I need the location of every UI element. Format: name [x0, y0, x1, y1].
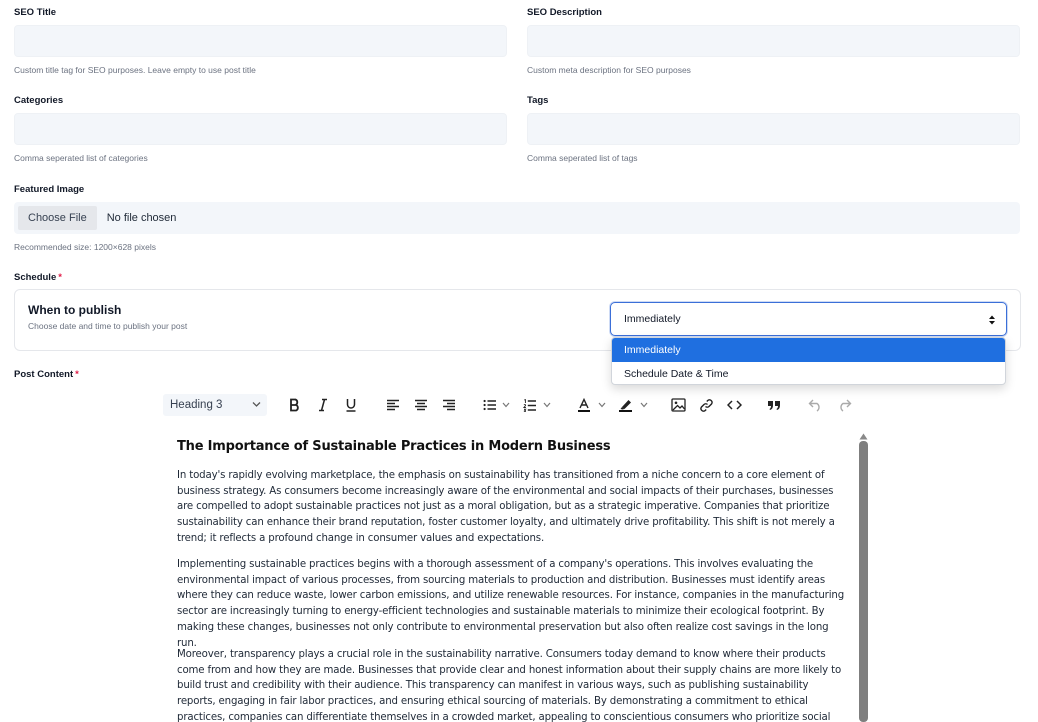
underline-button[interactable]	[342, 396, 360, 414]
align-center-icon	[415, 399, 427, 411]
italic-button[interactable]	[314, 396, 332, 414]
blockquote-button[interactable]	[765, 396, 783, 414]
when-to-publish-subtitle: Choose date and time to publish your pos…	[28, 321, 188, 331]
chevron-down-icon	[598, 402, 606, 408]
highlight-color-button[interactable]	[616, 396, 634, 414]
numbered-list-icon	[523, 398, 536, 412]
numbered-list-button[interactable]	[521, 396, 539, 414]
align-right-icon	[443, 399, 455, 411]
seo-title-label: SEO Title	[14, 7, 57, 18]
schedule-label: Schedule *	[14, 272, 62, 283]
numbered-list-options[interactable]	[541, 396, 553, 414]
schedule-label-text: Schedule	[14, 272, 57, 283]
code-button[interactable]	[725, 396, 743, 414]
align-left-button[interactable]	[384, 396, 402, 414]
post-paragraph: In today's rapidly evolving marketplace,…	[177, 470, 835, 544]
heading-level-select[interactable]: Heading 3	[163, 394, 267, 416]
heading-level-value: Heading 3	[170, 399, 223, 411]
underline-icon	[346, 399, 356, 412]
option-immediately[interactable]: Immediately	[612, 338, 1005, 362]
seo-description-hint: Custom meta description for SEO purposes	[527, 65, 691, 75]
post-content-label: Post Content *	[14, 369, 79, 380]
bullet-list-icon	[483, 399, 496, 411]
when-to-publish-title: When to publish	[28, 303, 122, 317]
tags-hint: Comma seperated list of tags	[527, 153, 638, 163]
align-center-button[interactable]	[412, 396, 430, 414]
seo-title-hint: Custom title tag for SEO purposes. Leave…	[14, 65, 256, 75]
undo-icon	[808, 399, 820, 412]
highlight-color-options[interactable]	[638, 396, 650, 414]
publish-timing-selected: Immediately	[624, 313, 681, 325]
publish-timing-dropdown: Immediately Schedule Date & Time	[611, 337, 1006, 385]
chevron-down-icon	[252, 402, 261, 407]
bold-icon	[290, 398, 299, 412]
scroll-up-arrow-icon[interactable]	[858, 432, 869, 441]
post-paragraph: Implementing sustainable practices begin…	[177, 559, 845, 649]
align-left-icon	[387, 399, 399, 411]
tags-label: Tags	[527, 95, 549, 106]
bullet-list-button[interactable]	[481, 396, 499, 414]
tags-input[interactable]	[527, 113, 1020, 145]
quote-icon	[768, 401, 780, 410]
post-paragraph: Moreover, transparency plays a crucial r…	[177, 649, 842, 722]
editor-scrollbar-thumb[interactable]	[859, 441, 868, 722]
post-content-label-text: Post Content	[14, 369, 74, 380]
highlighter-icon	[618, 400, 632, 412]
chevron-down-icon	[502, 402, 510, 408]
featured-image-hint: Recommended size: 1200×628 pixels	[14, 242, 156, 252]
seo-description-label: SEO Description	[527, 7, 602, 18]
chevron-down-icon	[543, 402, 551, 408]
categories-input[interactable]	[14, 113, 507, 145]
required-mark: *	[58, 272, 62, 283]
featured-image-label: Featured Image	[14, 184, 85, 195]
image-icon	[670, 398, 686, 412]
bold-button[interactable]	[286, 396, 304, 414]
code-icon	[726, 400, 742, 410]
text-color-options[interactable]	[596, 396, 608, 414]
redo-icon	[839, 399, 851, 412]
chevron-down-icon	[640, 402, 648, 408]
file-status: No file chosen	[106, 212, 177, 224]
text-color-button[interactable]	[575, 396, 593, 414]
insert-image-button[interactable]	[669, 396, 687, 414]
seo-description-input[interactable]	[527, 25, 1020, 57]
undo-button[interactable]	[806, 396, 824, 414]
seo-title-input[interactable]	[14, 25, 507, 57]
select-updown-icon	[989, 315, 995, 325]
text-color-icon	[578, 398, 590, 412]
option-schedule-date-time[interactable]: Schedule Date & Time	[612, 362, 1005, 384]
italic-icon	[319, 398, 327, 412]
publish-timing-select[interactable]: Immediately	[610, 302, 1007, 336]
categories-label: Categories	[14, 95, 64, 106]
featured-image-file-input[interactable]: Choose File No file chosen	[14, 202, 1020, 234]
bullet-list-options[interactable]	[500, 396, 512, 414]
required-mark: *	[75, 369, 79, 380]
align-right-button[interactable]	[440, 396, 458, 414]
choose-file-button[interactable]: Choose File	[18, 206, 97, 230]
link-icon	[699, 398, 713, 412]
categories-hint: Comma seperated list of categories	[14, 153, 148, 163]
post-heading: The Importance of Sustainable Practices …	[177, 439, 611, 454]
insert-link-button[interactable]	[697, 396, 715, 414]
redo-button[interactable]	[835, 396, 853, 414]
post-content-editor[interactable]: The Importance of Sustainable Practices …	[165, 425, 871, 722]
